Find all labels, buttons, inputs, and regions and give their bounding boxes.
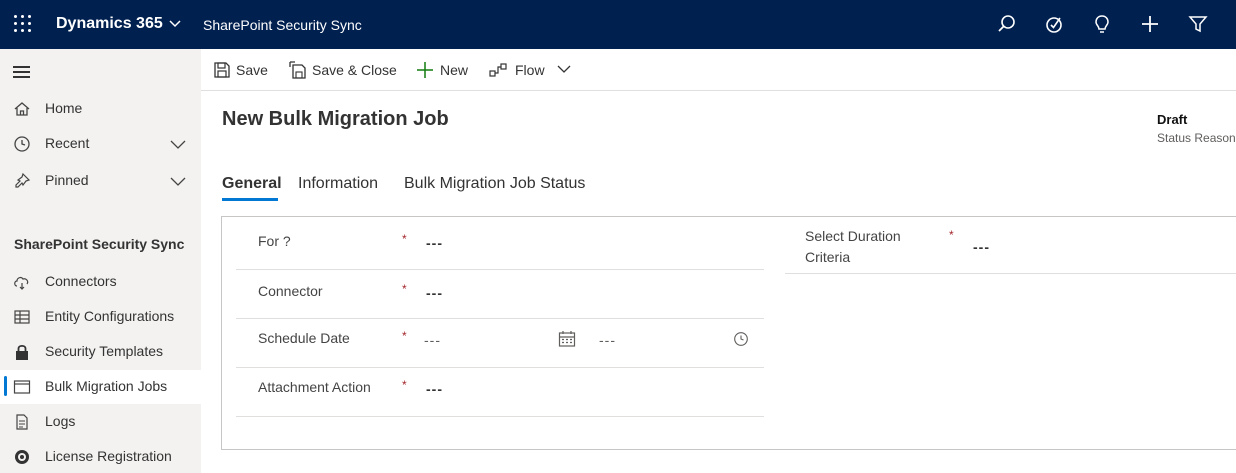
app-launcher-icon[interactable] <box>14 15 32 33</box>
window-icon <box>13 380 31 394</box>
brand-name[interactable]: Dynamics 365 <box>56 15 163 33</box>
sidebar-item-recent[interactable]: Recent <box>0 127 201 161</box>
save-and-close-button[interactable]: Save & Close <box>289 61 399 81</box>
sidebar-item-label: Bulk Migration Jobs <box>45 378 168 394</box>
duration-criteria-label: Select Duration Criteria <box>805 226 901 268</box>
top-navigation-bar: Dynamics 365 SharePoint Security Sync <box>0 0 1236 49</box>
clock-icon[interactable] <box>733 331 749 347</box>
assistant-icon[interactable] <box>1043 13 1065 35</box>
lock-icon <box>16 344 28 360</box>
general-section: For ? * --- Connector * --- Schedule Dat… <box>221 216 1236 450</box>
command-bar: Save Save & Close New Flow <box>201 49 1236 91</box>
flow-button[interactable]: Flow <box>489 61 571 81</box>
page-title: New Bulk Migration Job <box>222 108 449 130</box>
field-for: For ? * --- <box>236 217 764 270</box>
sidebar-item-home[interactable]: Home <box>0 92 201 126</box>
attachment-action-label: Attachment Action <box>258 379 371 395</box>
required-marker: * <box>949 228 954 242</box>
home-icon <box>14 102 30 116</box>
flow-icon <box>489 63 507 77</box>
sidebar-item-pinned[interactable]: Pinned <box>0 164 201 198</box>
save-button[interactable]: Save <box>213 61 273 81</box>
schedule-date-input[interactable]: --- <box>424 332 441 348</box>
chevron-down-icon[interactable] <box>168 17 182 31</box>
required-marker: * <box>402 329 407 343</box>
sidebar-item-label: Connectors <box>45 273 117 289</box>
for-input[interactable]: --- <box>426 235 443 251</box>
sidebar-item-label: Home <box>45 100 83 116</box>
badge-icon <box>15 450 29 464</box>
tab-bulk-migration-job-status[interactable]: Bulk Migration Job Status <box>404 175 585 193</box>
sidebar: Home Recent Pinned SharePoint Security S… <box>0 49 201 473</box>
field-schedule-date: Schedule Date * --- --- <box>236 319 764 368</box>
plus-icon[interactable] <box>1139 13 1161 35</box>
save-close-icon <box>289 61 306 79</box>
sidebar-group-title: SharePoint Security Sync <box>14 236 185 252</box>
sidebar-item-label: License Registration <box>45 448 172 464</box>
save-icon <box>214 62 230 78</box>
new-button[interactable]: New <box>416 61 472 81</box>
duration-criteria-label-line2: Criteria <box>805 249 851 265</box>
tab-information[interactable]: Information <box>298 175 378 193</box>
plus-icon <box>417 62 433 78</box>
hamburger-menu-icon[interactable] <box>13 66 31 78</box>
calendar-icon[interactable] <box>558 330 576 348</box>
chevron-down-icon[interactable] <box>170 174 186 188</box>
sidebar-item-entity-configurations[interactable]: Entity Configurations <box>0 300 201 334</box>
sidebar-item-bulk-migration-jobs[interactable]: Bulk Migration Jobs <box>0 370 201 404</box>
search-icon[interactable] <box>996 13 1018 35</box>
cloud-sync-icon <box>14 276 29 290</box>
field-attachment-action: Attachment Action * --- <box>236 368 764 417</box>
sidebar-item-label: Recent <box>45 135 90 151</box>
app-name[interactable]: SharePoint Security Sync <box>203 17 362 33</box>
filter-icon[interactable] <box>1187 13 1209 35</box>
pin-icon <box>15 172 31 188</box>
for-label: For ? <box>258 233 291 249</box>
required-marker: * <box>402 378 407 392</box>
connector-lookup[interactable]: --- <box>426 285 443 301</box>
sidebar-item-label: Entity Configurations <box>45 308 175 324</box>
chevron-down-icon[interactable] <box>170 137 186 151</box>
status-reason-label: Status Reason <box>1157 131 1236 145</box>
sidebar-item-label: Logs <box>45 413 76 429</box>
sidebar-item-logs[interactable]: Logs <box>0 405 201 439</box>
status-reason-value: Draft <box>1157 112 1188 127</box>
flow-label: Flow <box>515 62 545 78</box>
active-tab-indicator <box>222 198 278 201</box>
sidebar-item-connectors[interactable]: Connectors <box>0 265 201 299</box>
duration-criteria-label-line1: Select Duration <box>805 228 901 244</box>
sidebar-item-label: Pinned <box>45 172 89 188</box>
new-label: New <box>440 62 469 78</box>
tab-general[interactable]: General <box>222 175 282 193</box>
save-close-label: Save & Close <box>312 62 397 78</box>
attachment-action-select[interactable]: --- <box>426 381 443 397</box>
sidebar-item-license-registration[interactable]: License Registration <box>0 440 201 473</box>
clock-icon <box>14 136 30 152</box>
required-marker: * <box>402 232 407 246</box>
field-connector: Connector * --- <box>236 270 764 319</box>
chevron-down-icon[interactable] <box>557 63 571 75</box>
schedule-time-input[interactable]: --- <box>599 332 616 348</box>
schedule-date-label: Schedule Date <box>258 330 350 346</box>
sidebar-item-label: Security Templates <box>45 343 164 359</box>
save-label: Save <box>236 62 268 78</box>
duration-criteria-select[interactable]: --- <box>973 239 990 255</box>
lightbulb-icon[interactable] <box>1091 13 1113 35</box>
sidebar-item-security-templates[interactable]: Security Templates <box>0 335 201 369</box>
required-marker: * <box>402 282 407 296</box>
field-select-duration-criteria: Select Duration Criteria * --- <box>785 217 1236 274</box>
table-icon <box>14 310 30 324</box>
connector-label: Connector <box>258 283 323 299</box>
document-icon <box>16 414 28 430</box>
